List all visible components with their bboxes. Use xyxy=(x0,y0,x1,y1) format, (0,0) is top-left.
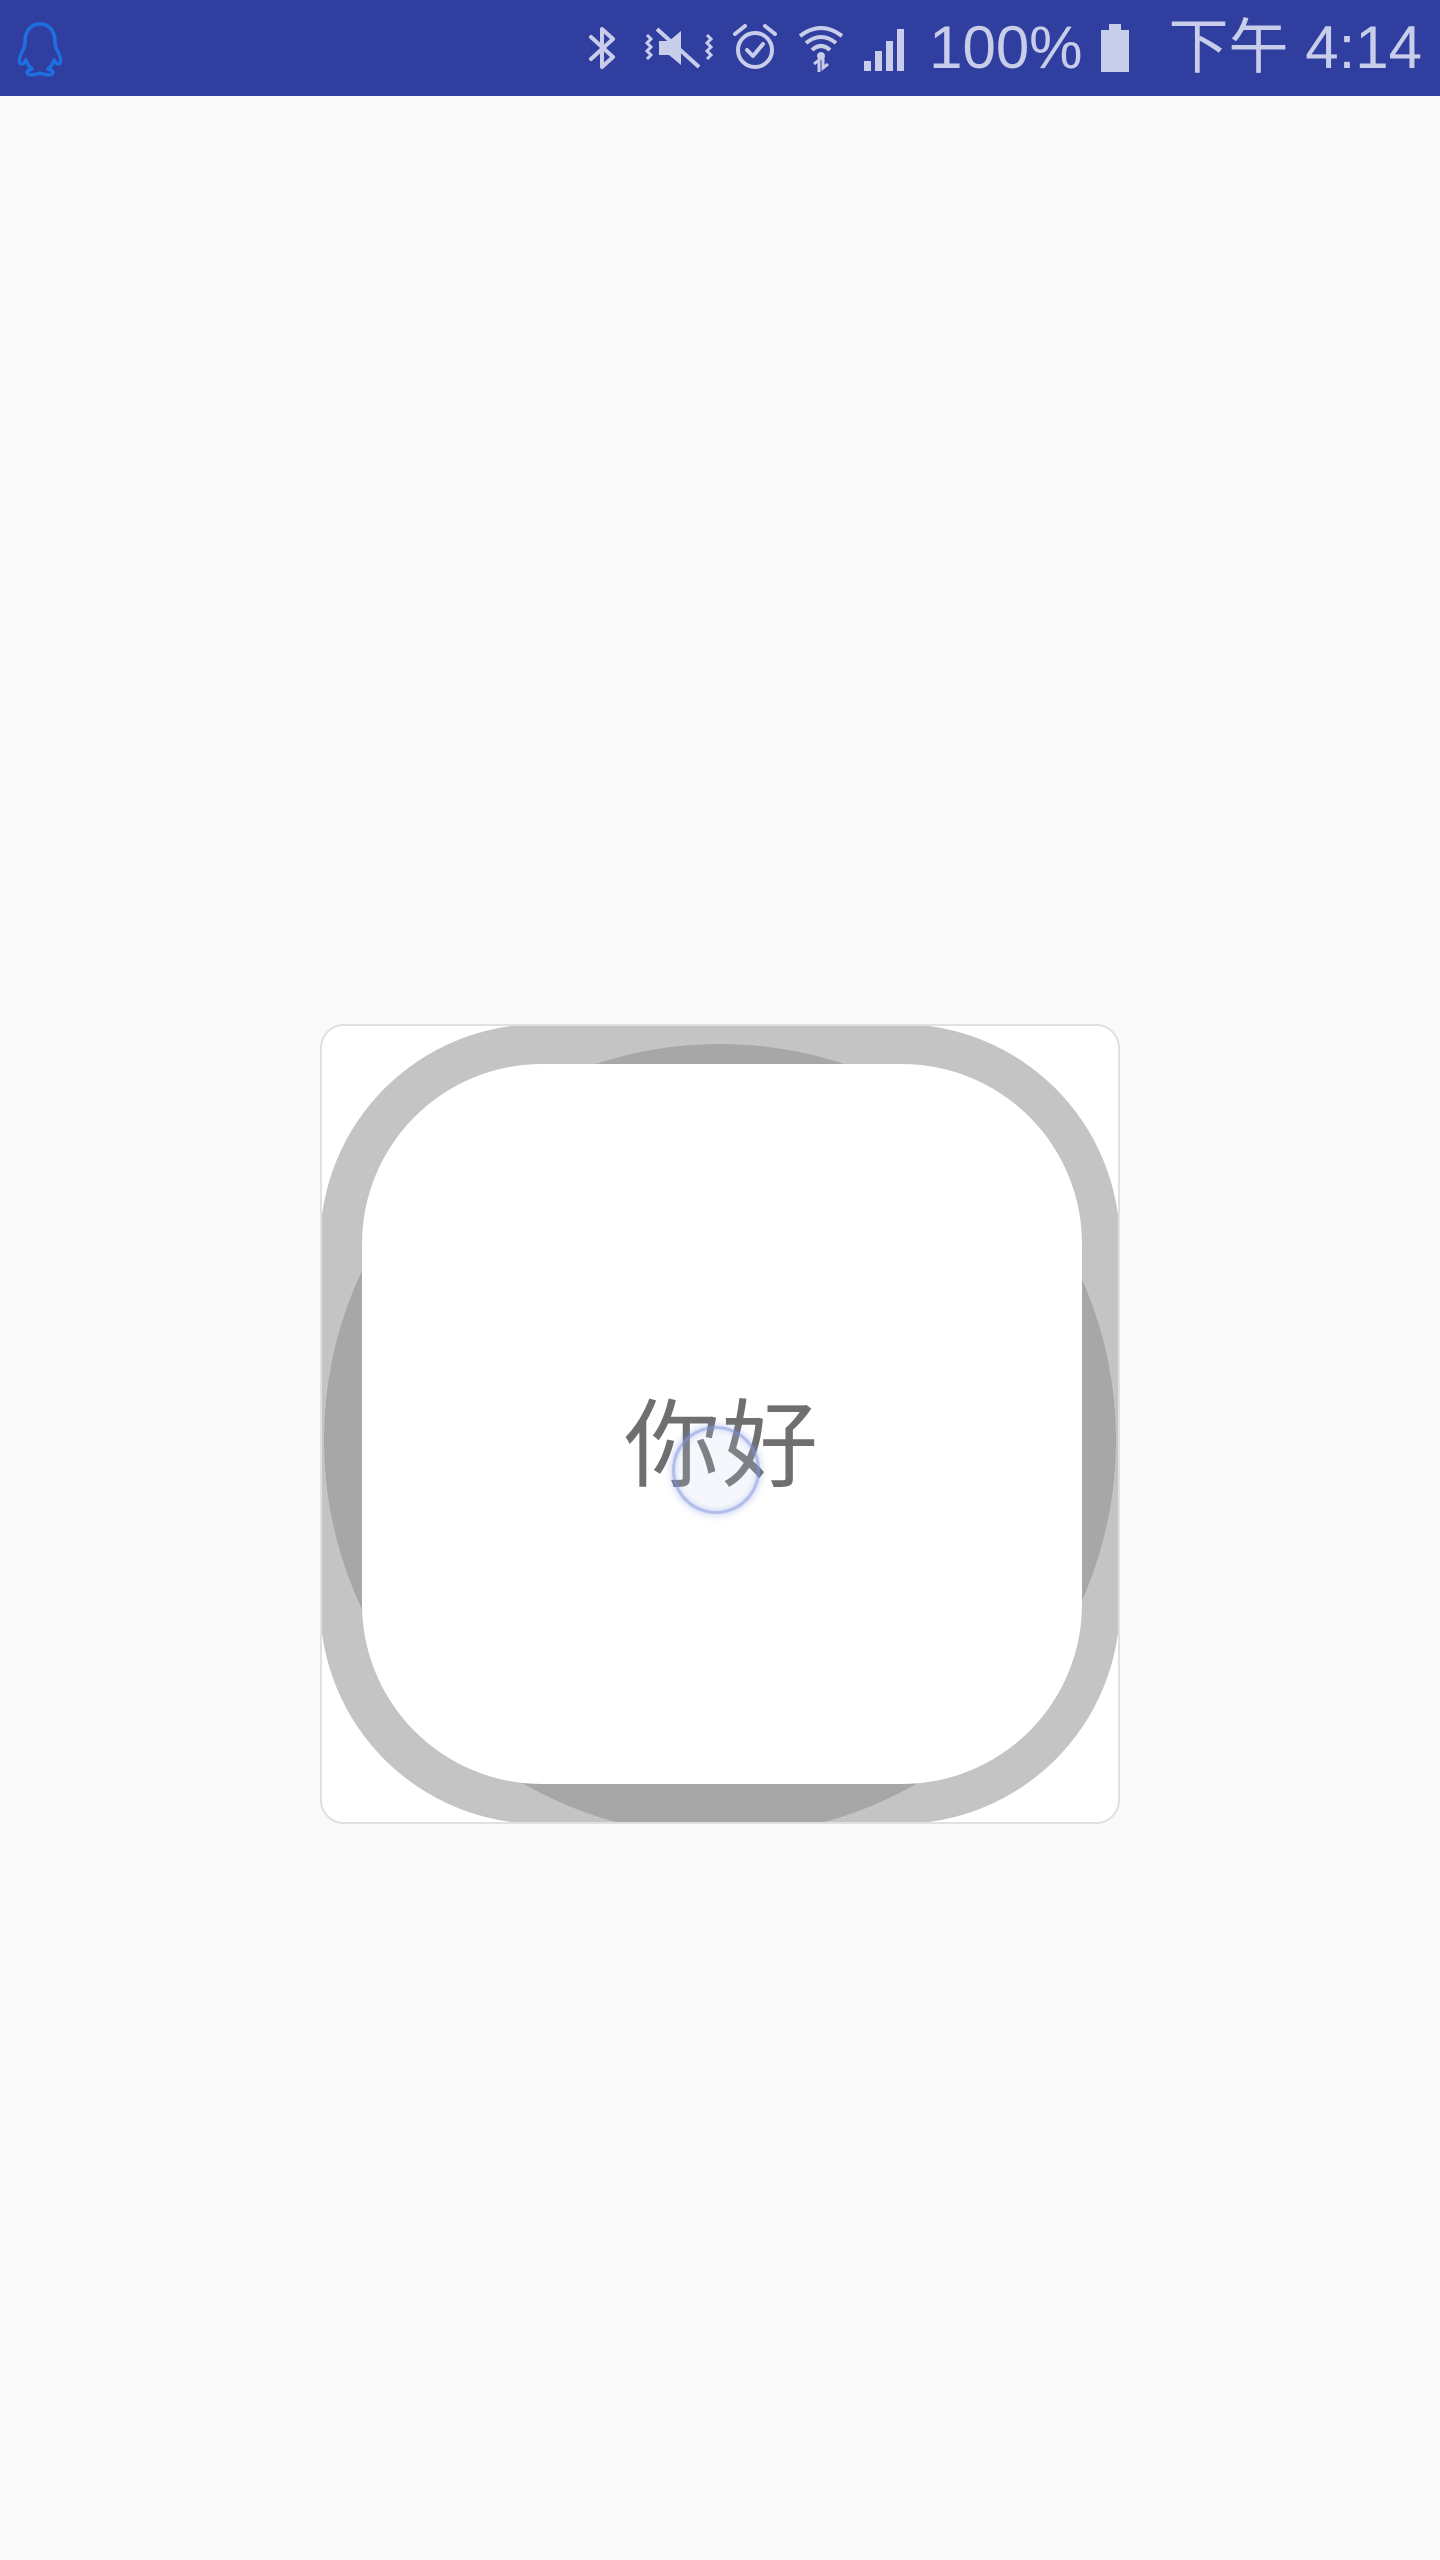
main-content: 你好 xyxy=(0,96,1440,2560)
cell-signal-icon xyxy=(861,18,913,78)
clock-time: 下午 4:14 xyxy=(1168,14,1422,81)
battery-percent: 100% xyxy=(929,14,1083,81)
status-bar: 100% 下午 4:14 xyxy=(0,0,1440,96)
vibrate-mute-icon xyxy=(643,18,715,78)
qq-penguin-icon xyxy=(10,18,70,78)
battery-icon xyxy=(1097,18,1133,78)
bluetooth-icon xyxy=(577,18,629,78)
adaptive-icon-card[interactable]: 你好 xyxy=(320,1024,1120,1824)
touch-indicator xyxy=(672,1426,760,1514)
alarm-icon xyxy=(729,18,781,78)
wifi-icon xyxy=(795,18,847,78)
